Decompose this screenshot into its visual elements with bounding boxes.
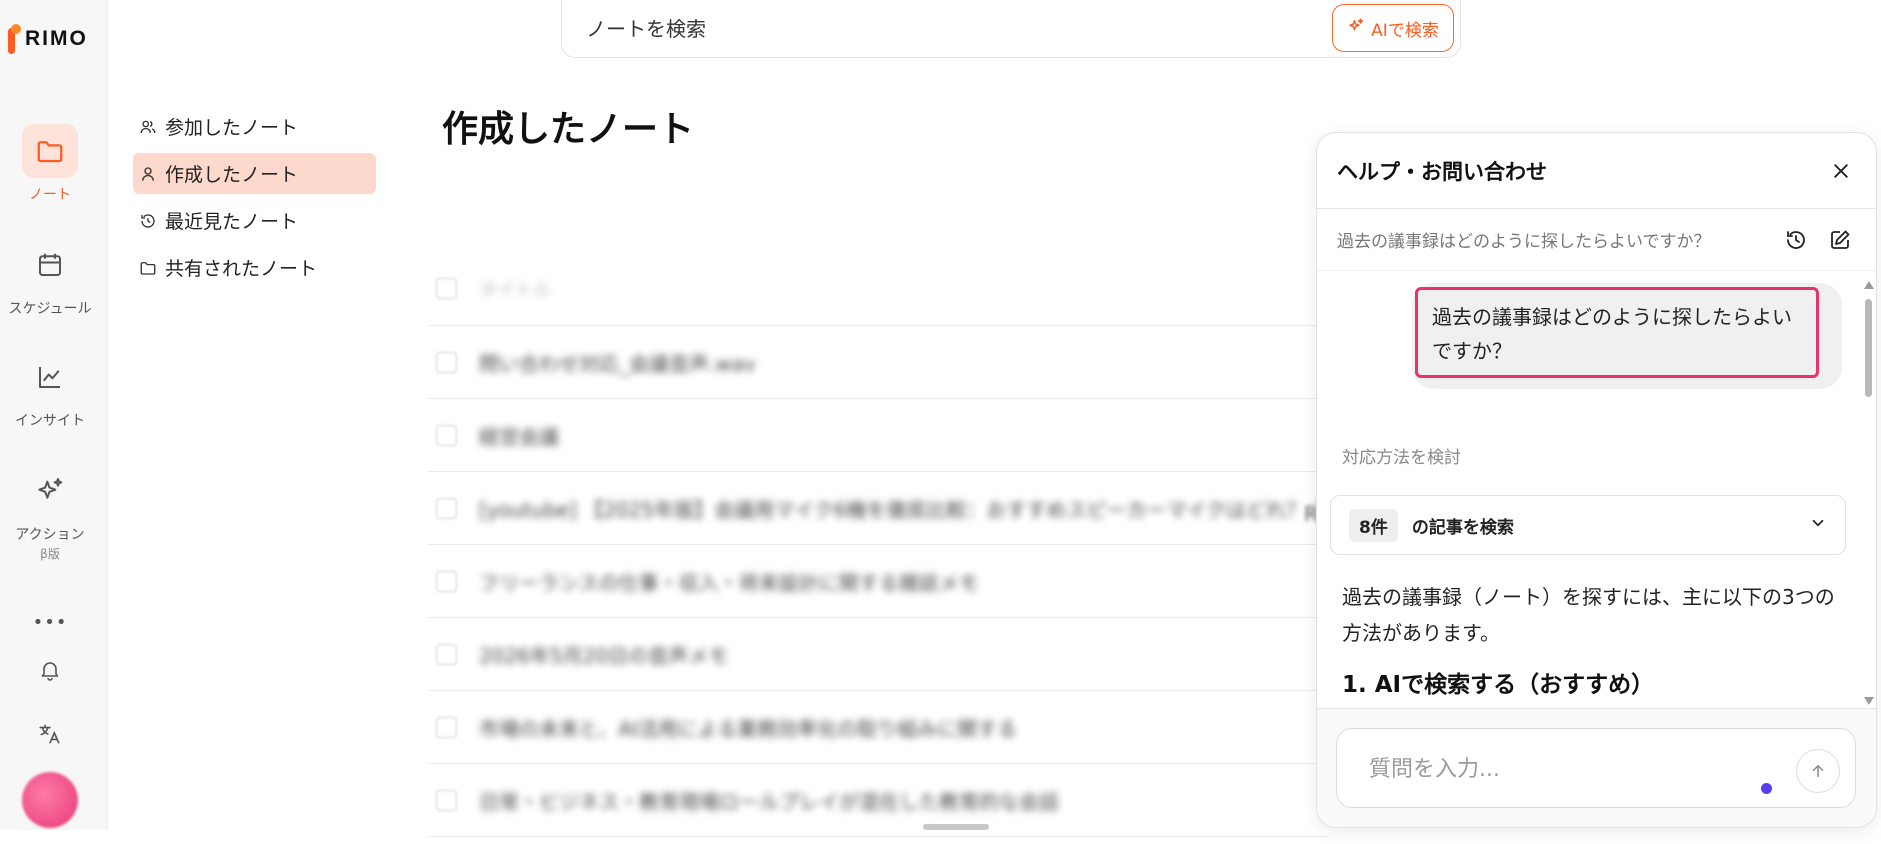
- rail-item-label: スケジュール: [8, 301, 92, 317]
- logo-text: RIMO: [25, 27, 88, 50]
- arrow-up-icon: [1812, 765, 1824, 777]
- indicator-dot-icon: [1761, 783, 1772, 794]
- note-title[interactable]: フリーランスの仕事・収入・将来設計に関する雑談メモ: [479, 567, 979, 596]
- recent-icon: [139, 212, 157, 230]
- send-button[interactable]: [1796, 749, 1840, 793]
- chat-messages: 過去の議事録はどのように探したらよいですか？ 対応方法を検討 8件 の記事を検索…: [1317, 273, 1860, 701]
- rail-item-action[interactable]: アクション β版: [0, 464, 100, 562]
- answer-heading: 1. AIで検索する（おすすめ）: [1342, 672, 1655, 698]
- note-title[interactable]: 問い合わせ対応_会議音声.wav: [479, 348, 756, 377]
- nav-item-shared-notes[interactable]: 共有されたノート: [133, 247, 376, 288]
- table-row[interactable]: 市場の未来と、AI活用による業務効率化の取り組みに関する: [428, 691, 1328, 764]
- assistant-status: 対応方法を検討: [1342, 448, 1461, 468]
- scroll-up-icon[interactable]: [1864, 281, 1874, 289]
- note-title[interactable]: 日常・ビジネス・教育現場ロールプレイが混在した教育的な会話: [479, 786, 1059, 815]
- app-root: RIMO ノート スケジュール インサイト アクション β版 ••• ノートを検…: [0, 0, 1881, 844]
- avatar[interactable]: [22, 772, 78, 828]
- sparkle-icon: [1347, 17, 1365, 40]
- chat-scrollbar[interactable]: [1862, 279, 1874, 707]
- help-title: ヘルプ・お問い合わせ: [1337, 159, 1547, 184]
- scroll-thumb[interactable]: [1865, 299, 1872, 397]
- sparkles-icon: [22, 464, 78, 518]
- note-title[interactable]: 2026年5月20日の音声メモ: [479, 640, 728, 669]
- row-checkbox[interactable]: [436, 643, 457, 665]
- row-checkbox[interactable]: [436, 351, 457, 373]
- row-checkbox[interactable]: [436, 424, 457, 446]
- question-input[interactable]: [1369, 753, 1749, 785]
- history-icon[interactable]: [1780, 224, 1812, 256]
- close-icon[interactable]: [1826, 156, 1856, 186]
- table-row[interactable]: 2026年5月20日の音声メモ: [428, 618, 1328, 691]
- notes-table: タイトル 問い合わせ対応_会議音声.wav 経営会議 [youtube] 【20…: [428, 252, 1328, 837]
- select-all-checkbox[interactable]: [436, 278, 457, 299]
- nav-item-created-notes[interactable]: 作成したノート: [133, 153, 376, 194]
- table-row[interactable]: [youtube] 【2025年版】会議用マイク6機を徹底比較：おすすめスピーカ…: [428, 472, 1328, 545]
- nav-item-label: 共有されたノート: [165, 258, 318, 280]
- people-icon: [139, 118, 157, 136]
- table-row[interactable]: 日常・ビジネス・教育現場ロールプレイが混在した教育的な会話: [428, 764, 1328, 837]
- search-bar: AIで検索: [561, 0, 1461, 58]
- table-row[interactable]: フリーランスの仕事・収入・将来設計に関する雑談メモ: [428, 545, 1328, 618]
- ai-search-button[interactable]: AIで検索: [1332, 4, 1454, 52]
- chevron-down-icon: [1809, 514, 1827, 536]
- article-search-label: の記事を検索: [1411, 517, 1514, 538]
- note-title[interactable]: 経営会議: [479, 421, 559, 450]
- ai-search-label: AIで検索: [1371, 20, 1439, 41]
- table-row[interactable]: 問い合わせ対応_会議音声.wav: [428, 326, 1328, 399]
- nav-item-label: 作成したノート: [165, 164, 299, 186]
- new-chat-icon[interactable]: [1824, 224, 1856, 256]
- chart-line-icon: [22, 350, 78, 404]
- help-panel: ヘルプ・お問い合わせ 過去の議事録はどのように探したらよいですか？ 過去の議事録…: [1316, 132, 1877, 828]
- logo[interactable]: RIMO: [8, 24, 88, 54]
- table-header-row: タイトル: [428, 252, 1328, 326]
- article-count-badge: 8件: [1349, 508, 1398, 542]
- more-icon[interactable]: •••: [33, 608, 67, 636]
- note-title[interactable]: [youtube] 【2025年版】会議用マイク6機を徹底比較：おすすめスピーカ…: [479, 494, 1328, 523]
- rail-item-label: ノート: [29, 187, 71, 203]
- nav-item-label: 参加したノート: [165, 117, 299, 139]
- assistant-answer: 過去の議事録（ノート）を探すには、主に以下の3つの方法があります。: [1342, 585, 1835, 645]
- help-header: ヘルプ・お問い合わせ: [1317, 133, 1876, 209]
- person-icon: [139, 165, 157, 183]
- rail-item-label: アクション: [15, 527, 85, 543]
- note-title[interactable]: 市場の未来と、AI活用による業務効率化の取り組みに関する: [479, 713, 1017, 742]
- rail-item-schedule[interactable]: スケジュール: [0, 238, 100, 318]
- logo-mark-icon: [8, 24, 21, 54]
- article-search-accordion[interactable]: 8件 の記事を検索: [1330, 495, 1846, 555]
- chat-input-area: [1317, 708, 1876, 827]
- horizontal-scrollbar[interactable]: [923, 824, 989, 830]
- user-message: 過去の議事録はどのように探したらよいですか？: [1415, 287, 1819, 378]
- conversation-title: 過去の議事録はどのように探したらよいですか？: [1337, 232, 1711, 252]
- translate-icon[interactable]: [36, 720, 64, 748]
- page-title: 作成したノート: [442, 109, 695, 150]
- nav-item-recent-notes[interactable]: 最近見たノート: [133, 200, 376, 241]
- folder-outline-icon: [139, 259, 157, 277]
- chat-input-box: [1336, 728, 1856, 808]
- rail-item-insight[interactable]: インサイト: [0, 350, 100, 430]
- conversation-bar: 過去の議事録はどのように探したらよいですか？: [1317, 209, 1876, 271]
- rail-item-notes[interactable]: ノート: [0, 124, 100, 204]
- rail-item-label: インサイト: [15, 413, 85, 429]
- left-rail: RIMO ノート スケジュール インサイト アクション β版 •••: [0, 0, 108, 830]
- calendar-icon: [22, 238, 78, 292]
- row-checkbox[interactable]: [436, 570, 457, 592]
- search-input[interactable]: [586, 14, 1286, 44]
- bell-icon[interactable]: [36, 656, 64, 684]
- notes-nav: 参加したノート 作成したノート 最近見たノート 共有されたノート: [133, 106, 376, 294]
- row-checkbox[interactable]: [436, 716, 457, 738]
- row-checkbox[interactable]: [436, 497, 457, 519]
- scroll-down-icon[interactable]: [1864, 697, 1874, 705]
- column-header-title[interactable]: タイトル: [479, 276, 551, 302]
- nav-item-joined-notes[interactable]: 参加したノート: [133, 106, 376, 147]
- row-checkbox[interactable]: [436, 789, 457, 811]
- folder-icon: [22, 124, 78, 178]
- table-row[interactable]: 経営会議: [428, 399, 1328, 472]
- rail-item-sublabel: β版: [40, 547, 60, 561]
- nav-item-label: 最近見たノート: [165, 211, 299, 233]
